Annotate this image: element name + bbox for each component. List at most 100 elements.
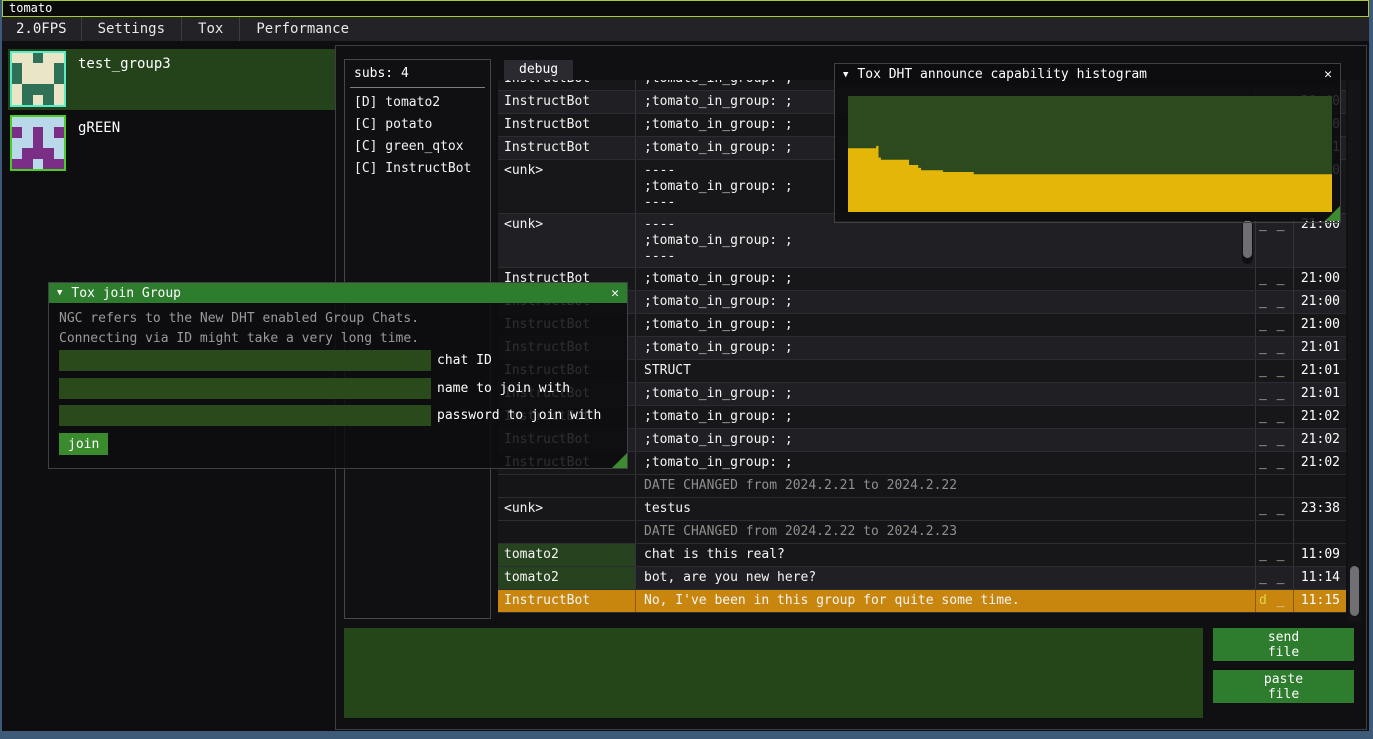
message-text: STRUCT (636, 360, 1256, 382)
join-group-body: NGC refers to the New DHT enabled Group … (49, 303, 627, 468)
system-row[interactable]: DATE CHANGED from 2024.2.21 to 2024.2.22 (498, 475, 1346, 498)
member-item[interactable]: [C] InstructBot (345, 158, 490, 180)
delivery-status: _ _ (1256, 544, 1294, 566)
join-group-titlebar[interactable]: ▼ Tox join Group ✕ (49, 283, 627, 303)
window-border-bottom (0, 731, 1373, 739)
message-time (1294, 475, 1346, 497)
delivery-status: _ _ (1256, 268, 1294, 290)
close-icon[interactable]: ✕ (611, 286, 619, 301)
message-text: ;tomato_in_group: ; (636, 429, 1256, 451)
collapse-arrow-icon[interactable]: ▼ (843, 70, 848, 80)
ngc-info-line1: NGC refers to the New DHT enabled Group … (59, 311, 419, 326)
paste-file-button[interactable]: pastefile (1213, 670, 1354, 703)
chat-scrollbar-thumb[interactable] (1350, 566, 1359, 616)
system-row[interactable]: DATE CHANGED from 2024.2.22 to 2024.2.23 (498, 521, 1346, 544)
message-text: ;tomato_in_group: ; (636, 337, 1256, 359)
sender-name: InstructBot (498, 91, 636, 113)
dht-histogram-window: ▼ Tox DHT announce capability histogram … (834, 63, 1341, 223)
group-item-test_group3[interactable]: test_group3 (8, 49, 335, 110)
message-text: DATE CHANGED from 2024.2.21 to 2024.2.22 (636, 475, 1256, 497)
message-text: No, I've been in this group for quite so… (636, 590, 1256, 612)
dht-histogram-titlebar[interactable]: ▼ Tox DHT announce capability histogram … (835, 64, 1340, 85)
sender-name: <unk> (498, 160, 636, 213)
window-border-left (0, 0, 2, 739)
delivery-status: _ _ (1256, 291, 1294, 313)
message-time: 21:00 (1294, 268, 1346, 290)
join-name-field[interactable] (59, 378, 431, 399)
resize-grip-icon[interactable] (1325, 206, 1340, 221)
menu-item-settings[interactable]: Settings (81, 17, 181, 41)
close-icon[interactable]: ✕ (1324, 67, 1332, 82)
chat-row[interactable]: tomato2bot, are you new here?_ _11:14 (498, 567, 1346, 590)
join-password-field[interactable] (59, 405, 431, 426)
delivery-status: _ _ (1256, 406, 1294, 428)
message-text: ;tomato_in_group: ; (636, 383, 1256, 405)
sender-name: InstructBot (498, 590, 636, 612)
tab-debug[interactable]: debug (504, 60, 573, 80)
message-time: 11:09 (1294, 544, 1346, 566)
dht-histogram-title: Tox DHT announce capability histogram (857, 67, 1147, 82)
menu-item-performance[interactable]: Performance (239, 17, 365, 41)
message-text: testus (636, 498, 1256, 520)
member-item[interactable]: [C] potato (345, 114, 490, 136)
message-time: 21:02 (1294, 406, 1346, 428)
message-scrollbar[interactable] (1242, 217, 1253, 264)
send-file-button[interactable]: sendfile (1213, 628, 1354, 661)
window-border-right (1369, 0, 1373, 739)
join-group-window: ▼ Tox join Group ✕ NGC refers to the New… (48, 282, 628, 469)
menu-bar: 2.0FPS SettingsToxPerformance (2, 17, 1369, 41)
chat-id-field[interactable] (59, 350, 431, 371)
message-text: ;tomato_in_group: ; (636, 452, 1256, 474)
app-window: tomato 2.0FPS SettingsToxPerformance tes… (0, 0, 1373, 739)
message-text: ;tomato_in_group: ; (636, 291, 1256, 313)
message-time: 21:01 (1294, 383, 1346, 405)
chat-scrollbar[interactable] (1348, 80, 1361, 621)
delivery-status: _ _ (1256, 429, 1294, 451)
menu-items: SettingsToxPerformance (81, 17, 365, 41)
fps-indicator: 2.0FPS (2, 17, 81, 41)
delivery-status: _ _ (1256, 452, 1294, 474)
message-scrollbar-thumb[interactable] (1243, 220, 1252, 258)
message-text: chat is this real? (636, 544, 1256, 566)
chat-row[interactable]: InstructBotNo, I've been in this group f… (498, 590, 1346, 613)
group-name: test_group3 (78, 56, 171, 72)
delivery-status: d _ (1256, 590, 1294, 612)
histogram-area-series (848, 96, 1332, 212)
join-name-label: name to join with (437, 381, 570, 396)
sender-name: <unk> (498, 214, 636, 267)
menu-item-tox[interactable]: Tox (181, 17, 239, 41)
collapse-arrow-icon[interactable]: ▼ (57, 288, 62, 298)
dht-histogram-body (835, 85, 1340, 221)
chat-row[interactable]: tomato2chat is this real?_ _11:09 (498, 544, 1346, 567)
chat-row[interactable]: <unk>testus_ _23:38 (498, 498, 1346, 521)
sender-name: InstructBot (498, 114, 636, 136)
ngc-info-line2: Connecting via ID might take a very long… (59, 331, 419, 346)
group-avatar (10, 115, 66, 171)
message-text: ;tomato_in_group: ; (636, 314, 1256, 336)
message-time: 11:14 (1294, 567, 1346, 589)
delivery-status: _ _ (1256, 498, 1294, 520)
member-item[interactable]: [D] tomato2 (345, 92, 490, 114)
window-title: tomato (9, 1, 52, 15)
join-button[interactable]: join (59, 433, 108, 455)
message-input[interactable] (344, 628, 1203, 718)
message-time: 23:38 (1294, 498, 1346, 520)
sender-name: <unk> (498, 498, 636, 520)
sender-name: tomato2 (498, 567, 636, 589)
delivery-status: _ _ (1256, 314, 1294, 336)
member-list: [D] tomato2[C] potato[C] green_qtox[C] I… (345, 92, 490, 180)
divider (350, 87, 485, 88)
message-text: DATE CHANGED from 2024.2.22 to 2024.2.23 (636, 521, 1256, 543)
histogram-plot (848, 96, 1332, 212)
delivery-status: _ _ (1256, 567, 1294, 589)
message-text: ;tomato_in_group: ; (636, 268, 1256, 290)
message-time: 11:15 (1294, 590, 1346, 612)
member-item[interactable]: [C] green_qtox (345, 136, 490, 158)
delivery-status: _ _ (1256, 383, 1294, 405)
message-time: 21:01 (1294, 337, 1346, 359)
os-title-bar: tomato (2, 0, 1369, 17)
join-group-title: Tox join Group (71, 286, 181, 301)
group-item-gREEN[interactable]: gREEN (8, 113, 335, 174)
message-text: ;tomato_in_group: ; (636, 406, 1256, 428)
resize-grip-icon[interactable] (612, 453, 627, 468)
